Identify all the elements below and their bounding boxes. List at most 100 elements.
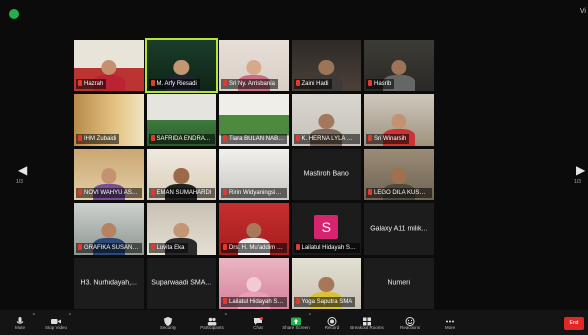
participant-tile[interactable]: Sri Ny. Arrisbania [219, 40, 289, 92]
stop-video-button[interactable]: Stop Video ^ [39, 310, 73, 335]
empty-slot [436, 94, 506, 146]
participants-icon [207, 313, 217, 326]
shield-icon [163, 313, 173, 326]
participant-name: LEGO DILA KUSUMA [374, 190, 433, 197]
empty-slot [436, 203, 506, 255]
participant-name: Hazrah [84, 81, 104, 88]
participant-tile[interactable]: SAFRIDA ENDRA ANHARI [146, 94, 216, 146]
toolbar-label: Chat [253, 325, 263, 330]
participant-head [318, 113, 334, 130]
participant-tile[interactable]: NOVI WAHYU ASMARA [74, 148, 144, 201]
muted-mic-icon [150, 134, 155, 141]
video-feed [436, 203, 506, 255]
participant-name: Lailatul Hidayah SMA ... [301, 244, 360, 251]
participant-tile[interactable]: Galaxy A11 milik... [364, 203, 434, 255]
participant-nametag: Luvita Eka [148, 242, 188, 253]
participant-tile[interactable]: EMAN SUMAHARDI [146, 148, 216, 201]
participant-name: K. HERNA LYLA NOOR [301, 135, 360, 142]
microphone-icon [15, 313, 25, 324]
participant-head [391, 168, 407, 184]
participant-name: Luvita Eka [156, 244, 185, 251]
participant-tile[interactable]: Numeri [364, 257, 434, 309]
participant-nametag: Zaini Hadi [293, 79, 332, 90]
participant-tile[interactable]: Hazrah [74, 40, 144, 92]
view-button[interactable]: Vi [580, 8, 586, 15]
muted-mic-icon [150, 189, 155, 196]
participant-tile[interactable]: Tiara BULAN NABILA [219, 94, 289, 146]
video-feed [436, 94, 506, 146]
reactions-icon [405, 313, 415, 326]
participant-name: Hasrib [374, 81, 392, 88]
participant-tile[interactable]: Suparwaadi SMA... [146, 257, 216, 309]
toolbar-label: Stop Video [45, 325, 67, 330]
toolbar-label: Record [324, 325, 340, 330]
participant-head [173, 168, 189, 184]
participant-nametag: Sri Winarsih [366, 133, 410, 144]
participant-tile[interactable]: Hasrib [364, 40, 434, 92]
more-button[interactable]: More [433, 310, 467, 335]
toolbar-label: More [444, 325, 456, 330]
breakout-rooms-button[interactable]: Breakout Rooms [350, 310, 384, 335]
share-screen-button[interactable]: Share Screen ^ [279, 310, 313, 335]
participant-tile[interactable]: Yoga Saputra SMA [291, 257, 361, 309]
participants-button[interactable]: Participants ^ [195, 310, 229, 335]
muted-mic-icon [295, 243, 300, 250]
participant-nametag: NOVI WAHYU ASMARA [76, 188, 143, 199]
participant-head [246, 59, 262, 75]
participant-tile[interactable]: Luvita Eka [146, 203, 216, 255]
participant-nametag: EMAN SUMAHARDI [148, 188, 215, 199]
participant-tile[interactable]: S Lailatul Hidayah SMA ... [291, 203, 361, 255]
muted-mic-icon [223, 80, 227, 87]
participant-nametag: Sri Ny. Arrisbania [221, 79, 278, 90]
participant-name: H3. Nurhidayah,... [80, 279, 137, 287]
right-page-number: 1/3 [574, 179, 581, 185]
participant-tile[interactable]: Zaini Hadi [291, 40, 361, 92]
video-feed [436, 257, 506, 309]
participant-head [173, 222, 189, 239]
muted-mic-icon [150, 243, 155, 250]
participant-tile[interactable]: Drs. H. Mu'addim Mas... [219, 203, 289, 255]
participant-tile[interactable]: Sri Winarsih [364, 94, 434, 146]
chevron-up-icon[interactable]: ^ [309, 313, 311, 319]
security-shield-icon[interactable] [9, 9, 19, 19]
mute-button[interactable]: Mute ^ [3, 310, 37, 335]
security-button[interactable]: Security [151, 310, 185, 335]
chevron-up-icon[interactable]: ^ [33, 313, 35, 319]
participant-tile[interactable]: Lailatul Hidayah SMA ... [219, 257, 289, 309]
participant-nametag: Lailatul Hidayah SMA ... [293, 242, 360, 253]
chevron-up-icon[interactable]: ^ [69, 313, 71, 319]
breakout-rooms-icon [362, 313, 372, 326]
participant-tile[interactable]: Ririn Widyaningsih Kak... [219, 148, 289, 201]
toolbar-label: Breakout Rooms [350, 325, 384, 330]
participant-name: Galaxy A11 milik... [370, 225, 428, 233]
reactions-button[interactable]: Reactions [393, 310, 427, 335]
muted-mic-icon [368, 80, 372, 87]
participant-head [101, 222, 117, 239]
participant-tile[interactable]: LEGO DILA KUSUMA [364, 148, 434, 201]
participant-tile[interactable]: Masfiroh Bano [291, 148, 361, 201]
end-meeting-button[interactable]: End [564, 317, 584, 330]
previous-page-arrow-icon[interactable]: ◀ [18, 163, 27, 177]
participant-name: M. Arfy Riesadi [156, 81, 197, 88]
participant-name: Masfiroh Bano [303, 170, 349, 178]
participant-tile[interactable]: IHM Zubaidi [74, 94, 144, 146]
chat-button[interactable]: Chat [241, 310, 275, 335]
participant-name: Sri Ny. Arrisbania [229, 81, 275, 88]
participant-name: Drs. H. Mu'addim Mas... [229, 244, 288, 251]
participant-tile[interactable]: H3. Nurhidayah,... [74, 257, 144, 309]
more-icon [445, 313, 455, 323]
participant-head [173, 59, 189, 75]
participant-name: Sri Winarsih [374, 135, 407, 142]
chevron-up-icon[interactable]: ^ [225, 313, 227, 319]
participant-name: SAFRIDA ENDRA ANHARI [156, 135, 215, 142]
participant-tile[interactable]: GRAFIKA SUSANTO [74, 203, 144, 255]
participant-nametag: K. HERNA LYLA NOOR [293, 133, 360, 144]
muted-mic-icon [150, 80, 155, 87]
record-button[interactable]: Record [315, 310, 349, 335]
participant-tile[interactable]: K. HERNA LYLA NOOR [291, 94, 361, 146]
next-page-arrow-icon[interactable]: ▶ [576, 163, 585, 177]
participant-tile[interactable]: M. Arfy Riesadi [144, 37, 218, 94]
participant-name: EMAN SUMAHARDI [156, 190, 212, 197]
muted-mic-icon [223, 134, 227, 141]
muted-mic-icon [78, 134, 82, 141]
